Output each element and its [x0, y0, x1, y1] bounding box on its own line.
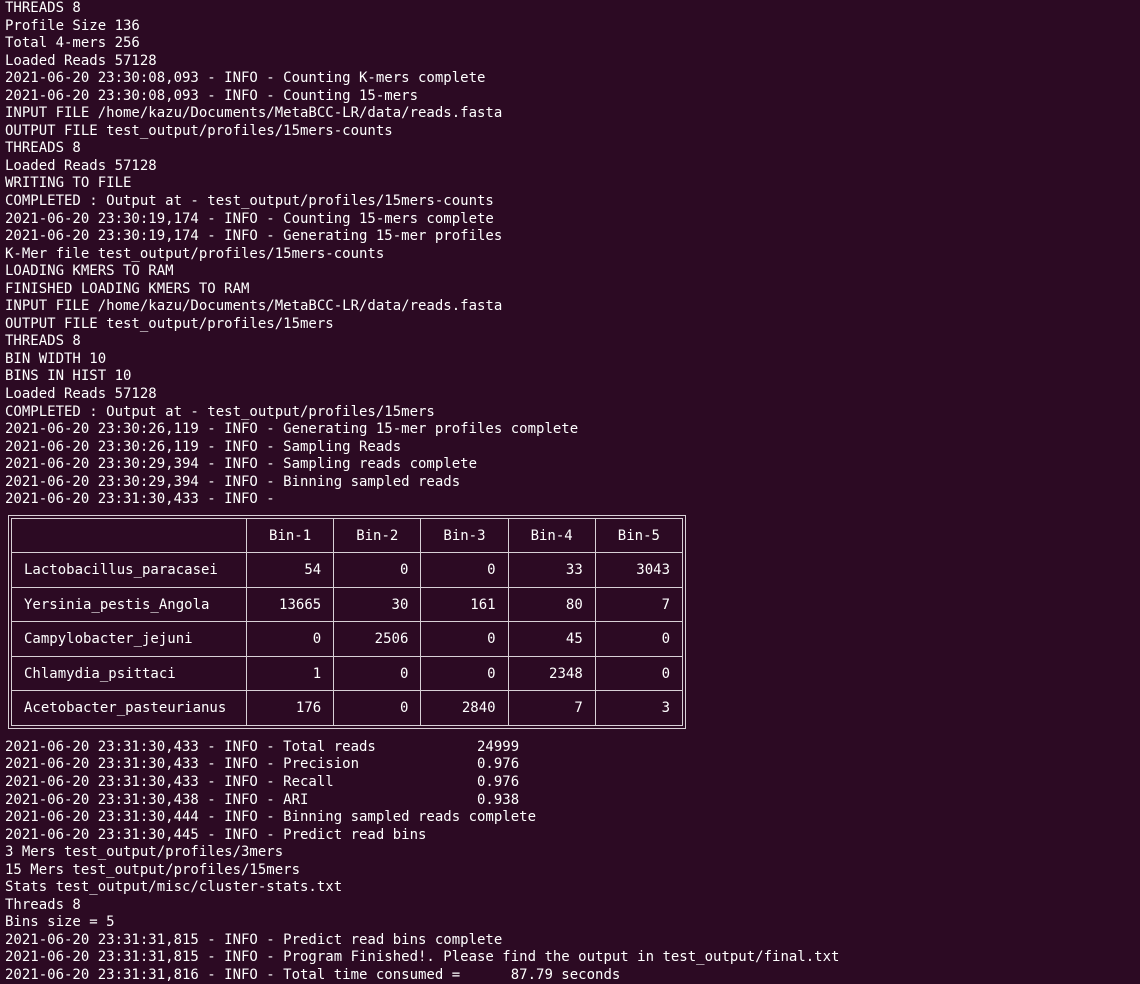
table-row: Acetobacter_pasteurianus 176 0 2840 7 3: [11, 690, 684, 726]
log-output-bottom: 2021-06-20 23:31:30,433 - INFO - Total r…: [5, 739, 1140, 984]
log-line: Stats test_output/misc/cluster-stats.txt: [5, 879, 343, 896]
log-line: 3 Mers test_output/profiles/3mers: [5, 844, 284, 861]
log-line: Total 4-mers 256: [5, 35, 140, 52]
species-name-cell: Chlamydia_psittaci: [11, 655, 247, 692]
log-line: 2021-06-20 23:31:30,433 - INFO - Recall …: [5, 773, 520, 790]
count-cell: 45: [507, 621, 596, 657]
count-cell: 0: [420, 552, 509, 588]
log-line: OUTPUT FILE test_output/profiles/15mers: [5, 315, 334, 332]
count-cell: 13665: [245, 586, 335, 623]
log-line: 2021-06-20 23:31:31,816 - INFO - Total t…: [5, 966, 621, 983]
species-name-cell: Yersinia_pestis_Angola: [11, 586, 247, 623]
header-cell-bin-2: Bin-2: [333, 517, 422, 554]
count-cell: 0: [420, 621, 509, 657]
count-cell: 7: [594, 586, 684, 623]
count-cell: 0: [420, 655, 509, 692]
table-row: Campylobacter_jejuni 0 2506 0 45 0: [11, 621, 684, 657]
count-cell: 0: [594, 621, 684, 657]
terminal-window[interactable]: THREADS 8 Profile Size 136 Total 4-mers …: [0, 0, 1140, 984]
count-cell: 176: [245, 690, 335, 726]
species-name-cell: Acetobacter_pasteurianus: [11, 690, 247, 726]
table-row: Chlamydia_psittaci 1 0 0 2348 0: [11, 655, 684, 692]
log-line: BINS IN HIST 10: [5, 368, 132, 385]
log-line: WRITING TO FILE: [5, 175, 132, 192]
header-cell-bin-1: Bin-1: [245, 517, 335, 554]
log-line: 2021-06-20 23:30:08,093 - INFO - Countin…: [5, 87, 419, 104]
count-cell: 30: [333, 586, 422, 623]
table-row: Lactobacillus_paracasei 54 0 0 33 3043: [11, 552, 684, 588]
count-cell: 0: [333, 655, 422, 692]
count-cell: 2506: [333, 621, 422, 657]
log-line: 2021-06-20 23:30:26,119 - INFO - Generat…: [5, 421, 579, 438]
log-line: Threads 8: [5, 896, 81, 913]
header-cell-bin-5: Bin-5: [594, 517, 684, 554]
log-line: COMPLETED : Output at - test_output/prof…: [5, 193, 494, 210]
count-cell: 2840: [420, 690, 509, 726]
log-line: 2021-06-20 23:30:29,394 - INFO - Samplin…: [5, 456, 478, 473]
log-line: INPUT FILE /home/kazu/Documents/MetaBCC-…: [5, 298, 503, 315]
count-cell: 0: [594, 655, 684, 692]
log-line: 2021-06-20 23:31:30,438 - INFO - ARI 0.9…: [5, 791, 520, 808]
count-cell: 3: [594, 690, 684, 726]
header-cell: [11, 517, 247, 554]
log-line: Loaded Reads 57128: [5, 157, 157, 174]
log-line: Loaded Reads 57128: [5, 386, 157, 403]
log-line: 2021-06-20 23:30:19,174 - INFO - Countin…: [5, 210, 494, 227]
log-line: 2021-06-20 23:31:30,433 - INFO - Precisi…: [5, 756, 520, 773]
table-row: Yersinia_pestis_Angola 13665 30 161 80 7: [11, 586, 684, 623]
table-header-row: Bin-1 Bin-2 Bin-3 Bin-4 Bin-5: [11, 517, 684, 554]
log-line: 2021-06-20 23:31:31,815 - INFO - Program…: [5, 949, 840, 966]
count-cell: 0: [333, 552, 422, 588]
log-line: Bins size = 5: [5, 914, 115, 931]
header-cell-bin-4: Bin-4: [507, 517, 596, 554]
log-line: 2021-06-20 23:30:08,093 - INFO - Countin…: [5, 70, 486, 87]
log-output-top: THREADS 8 Profile Size 136 Total 4-mers …: [5, 0, 1140, 509]
log-line: THREADS 8: [5, 140, 81, 157]
log-line: 15 Mers test_output/profiles/15mers: [5, 861, 301, 878]
log-line: LOADING KMERS TO RAM: [5, 263, 174, 280]
log-line: OUTPUT FILE test_output/profiles/15mers-…: [5, 122, 393, 139]
bin-table-frame: Bin-1 Bin-2 Bin-3 Bin-4 Bin-5 Lactobacil…: [8, 514, 686, 729]
log-line: Loaded Reads 57128: [5, 52, 157, 69]
log-line: 2021-06-20 23:30:19,174 - INFO - Generat…: [5, 228, 503, 245]
log-line: 2021-06-20 23:31:30,433 - INFO - Total r…: [5, 738, 520, 755]
log-line: 2021-06-20 23:31:30,433 - INFO -: [5, 491, 275, 508]
log-line: 2021-06-20 23:30:29,394 - INFO - Binning…: [5, 473, 461, 490]
count-cell: 0: [333, 690, 422, 726]
log-line: COMPLETED : Output at - test_output/prof…: [5, 403, 435, 420]
count-cell: 54: [245, 552, 335, 588]
log-line: THREADS 8: [5, 333, 81, 350]
header-cell-bin-3: Bin-3: [420, 517, 509, 554]
log-line: BIN WIDTH 10: [5, 350, 107, 367]
log-line: FINISHED LOADING KMERS TO RAM: [5, 280, 250, 297]
count-cell: 161: [420, 586, 509, 623]
count-cell: 0: [245, 621, 335, 657]
species-name-cell: Lactobacillus_paracasei: [11, 552, 247, 588]
count-cell: 80: [507, 586, 596, 623]
log-line: 2021-06-20 23:31:30,444 - INFO - Binning…: [5, 809, 537, 826]
log-line: 2021-06-20 23:30:26,119 - INFO - Samplin…: [5, 438, 402, 455]
log-line: THREADS 8: [5, 0, 81, 16]
count-cell: 33: [507, 552, 596, 588]
log-line: 2021-06-20 23:31:30,445 - INFO - Predict…: [5, 826, 427, 843]
count-cell: 2348: [507, 655, 596, 692]
count-cell: 3043: [594, 552, 684, 588]
count-cell: 7: [507, 690, 596, 726]
count-cell: 1: [245, 655, 335, 692]
log-line: 2021-06-20 23:31:31,815 - INFO - Predict…: [5, 931, 503, 948]
bin-table: Bin-1 Bin-2 Bin-3 Bin-4 Bin-5 Lactobacil…: [11, 517, 684, 726]
log-line: INPUT FILE /home/kazu/Documents/MetaBCC-…: [5, 105, 503, 122]
species-name-cell: Campylobacter_jejuni: [11, 621, 247, 657]
log-line: Profile Size 136: [5, 17, 140, 34]
log-line: K-Mer file test_output/profiles/15mers-c…: [5, 245, 385, 262]
